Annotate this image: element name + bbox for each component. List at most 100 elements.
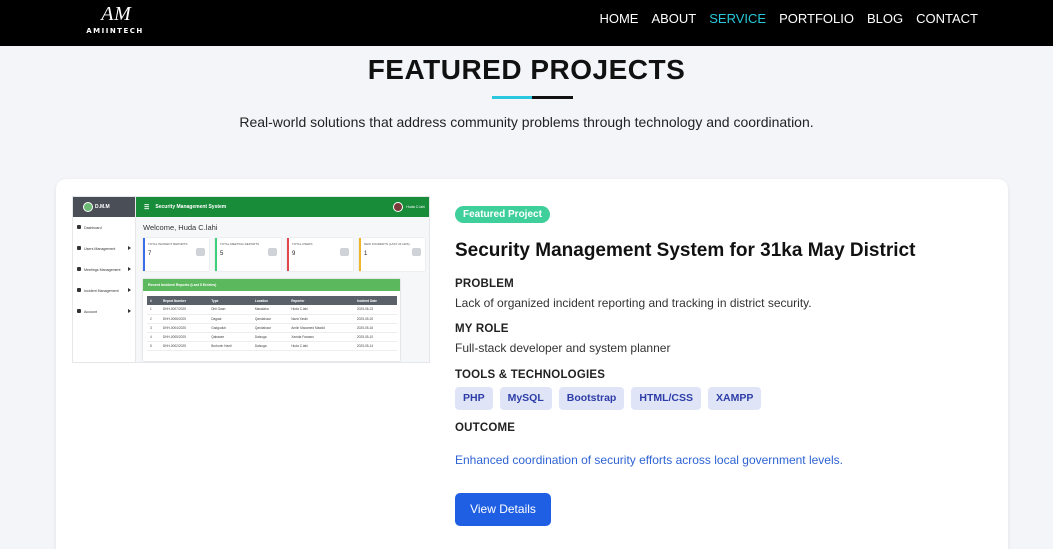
table-cell: Huda C.lahi xyxy=(288,305,354,315)
table-cell: Dhil Gaan xyxy=(208,305,252,315)
table-cell: Qandahaar xyxy=(251,314,289,324)
screenshot-header: ☰ Security Management System Huda C.lahi xyxy=(136,197,429,217)
logo-mark: A M xyxy=(101,3,131,25)
table-header: Incident Date xyxy=(353,296,397,305)
table-cell: DHH-0002/2025 xyxy=(159,341,209,351)
table-header: Reporter xyxy=(288,296,354,305)
outcome-label: OUTCOME xyxy=(455,422,516,434)
table-cell: DHH-0006/2025 xyxy=(159,314,209,324)
chevron-right-icon xyxy=(128,309,131,313)
screenshot-menu-item: Meetings Management xyxy=(73,259,135,280)
stat-tile: TOTAL MEETING REPORTS 5 xyxy=(215,238,281,271)
table-row: 4 DHH-0005/2025 Qabaaxe Dalsuga Xamda Fa… xyxy=(147,332,397,342)
table-cell: Qabaaxe xyxy=(208,332,252,342)
table-cell: 2025-06-23 xyxy=(353,305,397,315)
handshake-icon xyxy=(268,248,277,256)
stat-tile: TOTAL INCIDENT REPORTS 7 xyxy=(143,238,209,271)
screenshot-brand: D.M.M xyxy=(73,197,135,217)
site-logo[interactable]: A M AMIINTECH xyxy=(84,2,146,42)
table-cell: Huda C.lahi xyxy=(288,341,354,351)
table-cell: DHH-0007/2025 xyxy=(159,305,209,315)
title-underline xyxy=(492,96,573,99)
nav-portfolio[interactable]: PORTFOLIO xyxy=(779,11,854,27)
tools-tag-list: PHP MySQL Bootstrap HTML/CSS XAMPP xyxy=(455,387,762,410)
tools-label: TOOLS & TECHNOLOGIES xyxy=(455,369,606,381)
warning-icon xyxy=(196,248,205,256)
view-details-button[interactable]: View Details xyxy=(455,493,551,526)
table-header: Report Number xyxy=(159,296,209,305)
screenshot-app-title: Security Management System xyxy=(155,204,227,210)
featured-badge: Featured Project xyxy=(455,206,550,223)
bell-icon xyxy=(412,248,421,256)
screenshot-brand-text: D.M.M xyxy=(95,204,110,210)
chevron-right-icon xyxy=(128,246,131,250)
screenshot-menu-label: Meetings Management xyxy=(84,267,121,272)
screenshot-menu-item: Dashboard xyxy=(73,217,135,238)
table-cell: Dalsuga xyxy=(251,332,289,342)
table-cell: Masalaha xyxy=(251,305,289,315)
tool-tag-html-css: HTML/CSS xyxy=(631,387,702,410)
table-cell: 2025-05-10 xyxy=(353,332,397,342)
table-header: Type xyxy=(208,296,252,305)
project-title: Security Management System for 31ka May … xyxy=(455,240,916,261)
problem-label: PROBLEM xyxy=(455,278,514,290)
stat-tile-label: TOTAL MEETING REPORTS xyxy=(220,242,260,246)
table-cell: 5 xyxy=(147,341,160,351)
table-cell: Qandahaar xyxy=(251,323,289,333)
table-cell: 2025-05-16 xyxy=(353,323,397,333)
screenshot-table-title: Recent Incident Reports (Last 5 Entries) xyxy=(143,279,400,291)
table-cell: Naza Yasiin xyxy=(288,314,354,324)
screenshot-sidebar: D.M.M Dashboard Users Management Meeting… xyxy=(73,197,136,362)
chevron-right-icon xyxy=(128,288,131,292)
table-cell: 2 xyxy=(147,314,160,324)
table-cell: Gadgudub xyxy=(208,323,252,333)
nav-home[interactable]: HOME xyxy=(599,11,638,27)
table-cell: DHH-0005/2025 xyxy=(159,332,209,342)
section-subtitle: Real-world solutions that address commun… xyxy=(239,114,814,130)
screenshot-user-name: Huda C.lahi xyxy=(406,205,425,209)
main-nav: HOME ABOUT SERVICE PORTFOLIO BLOG CONTAC… xyxy=(599,11,978,27)
table-cell: 2025-05-20 xyxy=(353,314,397,324)
table-header: Location xyxy=(251,296,289,305)
users-icon xyxy=(340,248,349,256)
chevron-right-icon xyxy=(128,267,131,271)
screenshot-menu-item: Users Management xyxy=(73,238,135,259)
table-cell: Dalsuga xyxy=(251,341,289,351)
screenshot-welcome: Welcome, Huda C.lahi xyxy=(143,223,218,232)
stat-tile: NEW INCIDENTS (LAST 24 HRS) 1 xyxy=(359,238,425,271)
nav-service[interactable]: SERVICE xyxy=(709,11,766,27)
table-cell: Dagaal xyxy=(208,314,252,324)
avatar xyxy=(393,202,404,212)
table-cell: 2025-05-14 xyxy=(353,341,397,351)
screenshot-menu-label: Dashboard xyxy=(84,225,102,230)
underline-accent xyxy=(492,96,532,99)
screenshot-stat-tiles: TOTAL INCIDENT REPORTS 7 TOTAL MEETING RE… xyxy=(143,238,425,271)
screenshot-user: Huda C.lahi xyxy=(393,202,425,212)
table-header: # xyxy=(147,296,160,305)
stat-tile-label: TOTAL INCIDENT REPORTS xyxy=(148,242,188,246)
brand-logo-icon xyxy=(83,202,93,212)
role-label: MY ROLE xyxy=(455,323,509,335)
table-row: 3 DHH-0004/2025 Gadgudub Qandahaar Amiin… xyxy=(147,323,397,333)
hamburger-icon: ☰ xyxy=(144,204,150,211)
project-screenshot[interactable]: D.M.M Dashboard Users Management Meeting… xyxy=(72,196,430,363)
screenshot-menu-label: Users Management xyxy=(84,246,116,251)
tool-tag-bootstrap: Bootstrap xyxy=(558,387,625,410)
screenshot-table-card: Recent Incident Reports (Last 5 Entries)… xyxy=(143,279,400,361)
top-navbar: A M AMIINTECH HOME ABOUT SERVICE PORTFOL… xyxy=(0,0,1053,46)
screenshot-menu-item: Incident Management xyxy=(73,280,135,301)
logo-text: AMIINTECH xyxy=(86,27,144,35)
nav-contact[interactable]: CONTACT xyxy=(916,11,978,27)
table-cell: Xamda Faraaxo xyxy=(288,332,354,342)
table-cell: Burburin Hanti xyxy=(208,341,252,351)
stat-tile: TOTAL USERS 9 xyxy=(287,238,353,271)
table-cell: DHH-0004/2025 xyxy=(159,323,209,333)
screenshot-menu-label: Account xyxy=(84,309,97,314)
stat-tile-label: TOTAL USERS xyxy=(292,242,313,246)
nav-about[interactable]: ABOUT xyxy=(651,11,696,27)
table-header-row: # Report Number Type Location Reporter I… xyxy=(147,296,397,305)
tool-tag-mysql: MySQL xyxy=(499,387,552,410)
nav-blog[interactable]: BLOG xyxy=(867,11,903,27)
table-row: 2 DHH-0006/2025 Dagaal Qandahaar Naza Ya… xyxy=(147,314,397,324)
section-title: FEATURED PROJECTS xyxy=(367,54,686,85)
